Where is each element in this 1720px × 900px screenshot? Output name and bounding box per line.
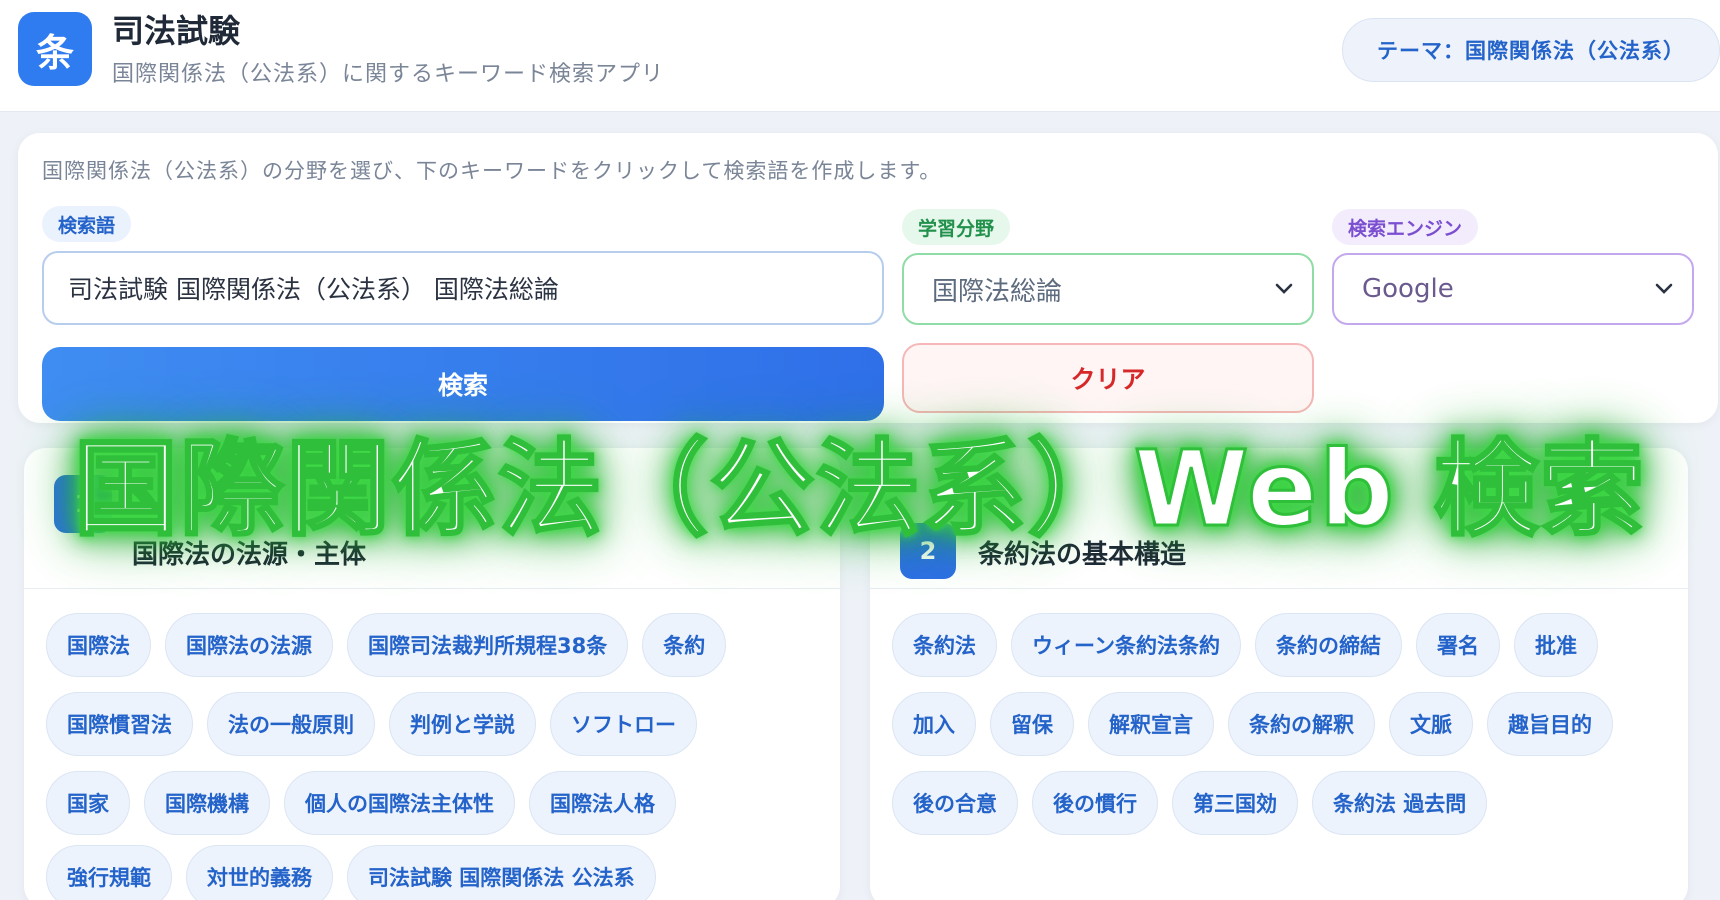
field-label: 学習分野 [902, 209, 1011, 245]
app-logo: 条 [18, 12, 92, 86]
theme-badge: テーマ：国際関係法（公法系） [1342, 18, 1720, 82]
tag-row: 条約法 ウィーン条約法条約 条約の締結 署名 批准 [892, 613, 1678, 677]
keyword-tag[interactable]: 国際慣習法 [46, 692, 193, 756]
category-number-badge: 2 [900, 523, 956, 579]
keyword-tag[interactable]: 文脈 [1389, 692, 1473, 756]
keyword-tag[interactable]: 条約法 [892, 613, 997, 677]
keyword-tag[interactable]: 国際機構 [144, 771, 270, 835]
category-number-badge: 1 [54, 475, 112, 533]
keyword-tag[interactable]: 対世的義務 [186, 845, 333, 900]
keyword-tag[interactable]: 条約 [642, 613, 727, 677]
keyword-tag[interactable]: 司法試験 国際関係法 公法系 [347, 845, 656, 900]
field-select-value: 国際法総論 [932, 276, 1063, 307]
keyword-tag[interactable]: 趣旨目的 [1487, 692, 1613, 756]
keyword-tag[interactable]: 強行規範 [46, 845, 172, 900]
keyword-tag[interactable]: 後の合意 [892, 771, 1018, 835]
keyword-tag[interactable]: 条約の解釈 [1228, 692, 1375, 756]
category-title: 条約法の基本構造 [978, 540, 1187, 570]
category-card-1: 1 国際法の法源・主体 国際法 国際法の法源 国際司法裁判所規程38条 条約 国… [24, 448, 840, 900]
tag-row: 加入 留保 解釈宣言 条約の解釈 文脈 趣旨目的 [892, 692, 1678, 756]
engine-select[interactable]: Google [1332, 253, 1694, 325]
keyword-tag-list: 国際法 国際法の法源 国際司法裁判所規程38条 条約 国際慣習法 法の一般原則 … [46, 613, 830, 900]
app-subtitle: 国際関係法（公法系）に関するキーワード検索アプリ [112, 62, 665, 87]
keyword-tag[interactable]: 署名 [1415, 613, 1500, 677]
keyword-tag[interactable]: 後の慣行 [1032, 771, 1158, 835]
keyword-tag[interactable]: 条約の締結 [1254, 613, 1402, 677]
keyword-tag[interactable]: 国際司法裁判所規程38条 [347, 613, 629, 677]
card-divider [24, 588, 840, 589]
card-divider [870, 588, 1688, 589]
search-input[interactable] [42, 251, 884, 325]
keyword-tag[interactable]: 留保 [990, 692, 1074, 756]
keyword-tag[interactable]: 国家 [46, 771, 130, 835]
search-panel: 国際関係法（公法系）の分野を選び、下のキーワードをクリックして検索語を作成します… [18, 133, 1718, 423]
tag-row: 強行規範 対世的義務 司法試験 国際関係法 公法系 [46, 845, 830, 900]
tag-row: 後の合意 後の慣行 第三国効 条約法 過去問 [892, 771, 1678, 835]
field-select[interactable]: 国際法総論 [902, 253, 1314, 325]
engine-label: 検索エンジン [1332, 209, 1479, 245]
keyword-tag[interactable]: 国際法人格 [529, 771, 676, 835]
clear-button[interactable]: クリア [902, 343, 1314, 413]
keyword-tag[interactable]: 法の一般原則 [207, 692, 375, 756]
keyword-tag[interactable]: 批准 [1513, 613, 1598, 677]
query-label: 検索語 [42, 206, 132, 242]
instruction-text: 国際関係法（公法系）の分野を選び、下のキーワードをクリックして検索語を作成します… [42, 159, 942, 183]
tag-row: 国家 国際機構 個人の国際法主体性 国際法人格 [46, 771, 830, 835]
chevron-down-icon [1652, 277, 1676, 301]
keyword-tag[interactable]: 加入 [892, 692, 976, 756]
keyword-tag[interactable]: ウィーン条約法条約 [1011, 613, 1241, 677]
search-button[interactable]: 検索 [42, 347, 884, 421]
keyword-tag-list: 条約法 ウィーン条約法条約 条約の締結 署名 批准 加入 留保 解釈宣言 条約の… [892, 613, 1678, 850]
tag-row: 国際慣習法 法の一般原則 判例と学説 ソフトロー [46, 692, 830, 756]
keyword-tag[interactable]: 国際法の法源 [165, 613, 333, 677]
keyword-tag[interactable]: 判例と学説 [389, 692, 536, 756]
keyword-tag[interactable]: 個人の国際法主体性 [284, 771, 515, 835]
keyword-tag[interactable]: ソフトロー [550, 692, 697, 756]
category-card-2: 2 条約法の基本構造 条約法 ウィーン条約法条約 条約の締結 署名 批准 加入 … [870, 448, 1688, 900]
app-header: 条 司法試験 国際関係法（公法系）に関するキーワード検索アプリ テーマ：国際関係… [0, 0, 1720, 112]
keyword-tag[interactable]: 解釈宣言 [1088, 692, 1214, 756]
keyword-tag[interactable]: 国際法 [46, 613, 151, 677]
chevron-down-icon [1272, 277, 1296, 301]
category-title: 国際法の法源・主体 [132, 540, 367, 570]
app-title: 司法試験 [112, 12, 241, 50]
tag-row: 国際法 国際法の法源 国際司法裁判所規程38条 条約 [46, 613, 830, 677]
engine-select-value: Google [1362, 274, 1454, 304]
keyword-tag[interactable]: 条約法 過去問 [1312, 771, 1488, 835]
keyword-tag[interactable]: 第三国効 [1172, 771, 1298, 835]
